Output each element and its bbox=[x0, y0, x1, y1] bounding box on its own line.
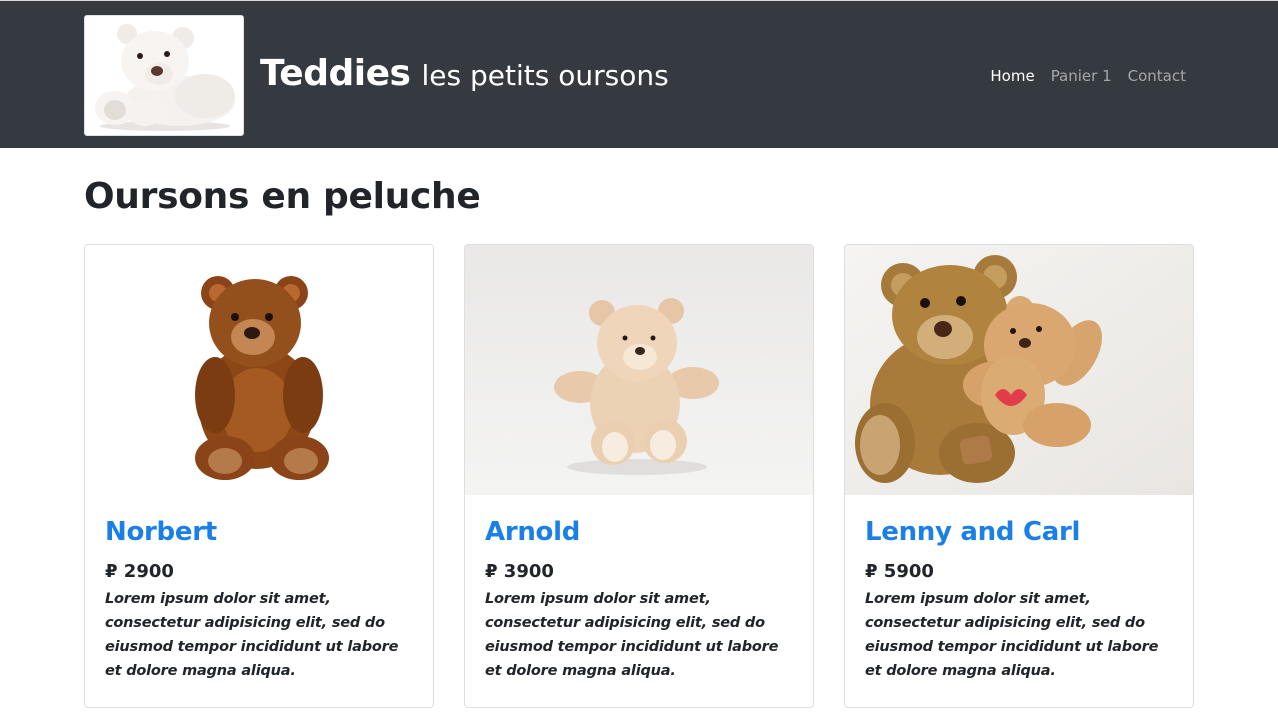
nav-home[interactable]: Home bbox=[990, 67, 1034, 85]
product-title-link[interactable]: Norbert bbox=[105, 517, 415, 547]
product-description: Lorem ipsum dolor sit amet, consectetur … bbox=[485, 591, 779, 679]
teddy-bear-logo[interactable] bbox=[84, 15, 244, 136]
product-image-arnold bbox=[465, 245, 813, 495]
nav-contact[interactable]: Contact bbox=[1128, 67, 1186, 85]
beige-teddy-bear-photo[interactable] bbox=[465, 245, 813, 495]
product-price: ₽ 2900 bbox=[105, 561, 174, 582]
product-title-link[interactable]: Lenny and Carl bbox=[865, 517, 1175, 547]
navbar: Teddies les petits oursons Home Panier 1… bbox=[0, 0, 1278, 148]
product-card: Norbert ₽ 2900 Lorem ipsum dolor sit ame… bbox=[84, 244, 434, 708]
brand[interactable]: Teddies les petits oursons bbox=[260, 53, 669, 94]
brown-teddy-bear-photo[interactable] bbox=[85, 245, 433, 495]
white-teddy-bear-icon bbox=[85, 16, 243, 135]
card-body: Norbert ₽ 2900 Lorem ipsum dolor sit ame… bbox=[105, 517, 415, 683]
two-teddy-bears-photo[interactable] bbox=[845, 245, 1193, 495]
product-description: Lorem ipsum dolor sit amet, consectetur … bbox=[865, 591, 1159, 679]
product-price: ₽ 5900 bbox=[865, 561, 934, 582]
main-nav: Home Panier 1 Contact bbox=[990, 67, 1186, 85]
product-price: ₽ 3900 bbox=[485, 561, 554, 582]
product-image-norbert bbox=[85, 245, 433, 495]
brand-tagline: les petits oursons bbox=[421, 59, 669, 92]
product-description: Lorem ipsum dolor sit amet, consectetur … bbox=[105, 591, 399, 679]
card-body: Arnold ₽ 3900 Lorem ipsum dolor sit amet… bbox=[485, 517, 795, 683]
nav-panier[interactable]: Panier 1 bbox=[1051, 67, 1112, 85]
page-title: Oursons en peluche bbox=[84, 176, 481, 217]
product-card: Arnold ₽ 3900 Lorem ipsum dolor sit amet… bbox=[464, 244, 814, 708]
product-image-lenny-and-carl bbox=[845, 245, 1193, 495]
product-title-link[interactable]: Arnold bbox=[485, 517, 795, 547]
brand-name: Teddies bbox=[260, 53, 411, 94]
card-body: Lenny and Carl ₽ 5900 Lorem ipsum dolor … bbox=[865, 517, 1175, 683]
product-card: Lenny and Carl ₽ 5900 Lorem ipsum dolor … bbox=[844, 244, 1194, 708]
